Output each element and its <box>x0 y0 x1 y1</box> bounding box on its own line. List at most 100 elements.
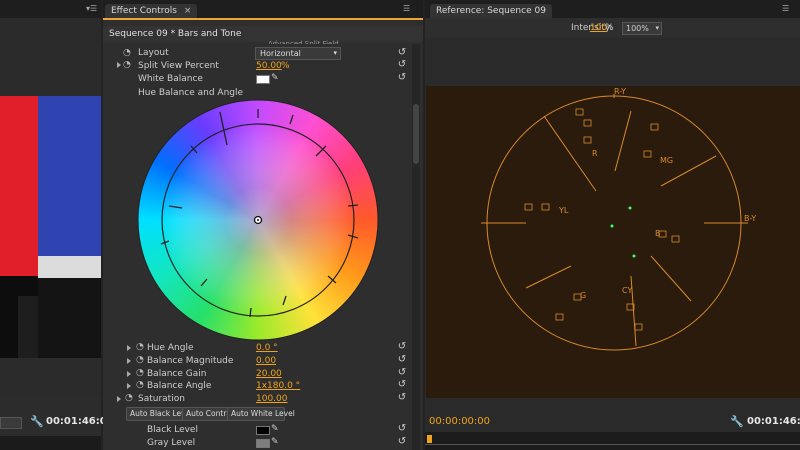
hue-angle-label: Hue Angle <box>147 343 194 353</box>
reset-icon[interactable]: ↺ <box>397 73 407 83</box>
auto-white-level-button[interactable]: Auto White Level <box>227 407 295 421</box>
expand-triangle-icon[interactable] <box>117 396 121 402</box>
reset-icon[interactable]: ↺ <box>397 380 407 390</box>
stopwatch-icon[interactable]: ◔ <box>136 342 144 352</box>
panel-menu-icon[interactable]: ☰ <box>782 5 792 13</box>
active-panel-highlight <box>103 18 423 20</box>
scrollbar-thumb[interactable] <box>413 104 419 164</box>
reset-icon[interactable]: ↺ <box>397 437 407 447</box>
wrench-icon[interactable]: 🔧 <box>30 415 44 428</box>
color-bar-dark <box>38 278 101 358</box>
chevron-down-icon: ▾ <box>333 49 337 57</box>
reset-icon[interactable]: ↺ <box>397 60 407 70</box>
tab-reference-label: Reference: Sequence 09 <box>436 6 546 16</box>
reference-timecode-left: 00:00:00:00 <box>429 416 491 427</box>
zoom-value: 100% <box>626 24 649 33</box>
scope-label-r: R <box>592 149 598 158</box>
color-bar-dark2 <box>18 296 38 358</box>
split-view-percent-unit: % <box>281 61 290 71</box>
close-icon[interactable]: × <box>184 6 192 16</box>
eyedropper-icon[interactable]: ✎ <box>271 73 279 83</box>
scope-label-b-y: B-Y <box>744 214 757 223</box>
color-bar-red <box>0 96 38 276</box>
stopwatch-icon[interactable]: ◔ <box>136 368 144 378</box>
expand-triangle-icon[interactable] <box>127 345 131 351</box>
eyedropper-icon[interactable]: ✎ <box>271 424 279 434</box>
panel-menu-icon[interactable]: ▾☰ <box>86 5 97 13</box>
program-viewer <box>0 20 101 395</box>
sequence-title: Sequence 09 * Bars and Tone <box>109 29 242 39</box>
program-monitor-panel: ▾☰ 🔧 00:01:46:09 <box>0 0 114 450</box>
black-level-label: Black Level <box>147 425 198 435</box>
split-view-percent-value[interactable]: 50.00 <box>256 61 282 71</box>
zoom-dropdown[interactable] <box>0 417 22 429</box>
auto-black-level-button[interactable]: Auto Black Level <box>126 407 192 421</box>
playhead-icon[interactable] <box>427 435 432 443</box>
white-balance-label: White Balance <box>138 74 203 84</box>
hue-balance-angle-label: Hue Balance and Angle <box>138 88 244 98</box>
panel-menu-icon[interactable]: ☰ <box>403 5 413 13</box>
stopwatch-icon[interactable]: ◔ <box>123 48 131 58</box>
expand-triangle-icon[interactable] <box>127 371 131 377</box>
sequence-header: Sequence 09 * Bars and Tone <box>103 26 423 42</box>
wrench-icon[interactable]: 🔧 <box>730 415 744 428</box>
saturation-label: Saturation <box>138 394 185 404</box>
reference-timeline-strip[interactable] <box>425 432 800 450</box>
black-level-swatch[interactable] <box>256 426 270 435</box>
balance-magnitude-label: Balance Magnitude <box>147 356 234 366</box>
reference-timecode-right: 00:01:46:09 <box>747 416 800 427</box>
reset-icon[interactable]: ↺ <box>397 368 407 378</box>
reference-monitor-panel: Reference: Sequence 09 ☰ Intensity: 100 … <box>425 0 800 450</box>
saturation-value[interactable]: 100.00 <box>256 394 288 404</box>
layout-dropdown[interactable]: Horizontal ▾ <box>255 47 341 60</box>
timeline-ruler <box>425 444 800 445</box>
stopwatch-icon[interactable]: ◔ <box>123 60 131 70</box>
tab-effect-controls-label: Effect Controls <box>111 6 177 16</box>
reset-icon[interactable]: ↺ <box>397 355 407 365</box>
tab-effect-controls[interactable]: Effect Controls × <box>105 4 198 18</box>
chevron-down-icon: ▾ <box>655 24 659 32</box>
scope-label-cy: CY <box>622 286 633 295</box>
scope-label-g: G <box>580 291 587 300</box>
scope-label-mg: MG <box>660 156 674 165</box>
vectorscope-graticule <box>481 94 748 351</box>
color-bar-white <box>38 256 101 278</box>
intensity-unit: % <box>605 23 614 33</box>
effect-controls-tabbar: Effect Controls × ☰ <box>103 0 423 18</box>
clipped-effect-label: Advanced Split Field <box>268 40 339 44</box>
color-bar-blue <box>38 96 101 276</box>
scope-label-yl: YL <box>559 206 569 215</box>
reset-icon[interactable]: ↺ <box>397 48 407 58</box>
reference-tabbar: Reference: Sequence 09 ☰ <box>425 0 800 18</box>
balance-magnitude-value[interactable]: 0.00 <box>256 356 276 366</box>
zoom-dropdown[interactable]: 100% ▾ <box>622 22 662 35</box>
scope-label-b: B <box>655 229 661 238</box>
layout-label: Layout <box>138 48 169 58</box>
vectorscope-display: R-Y B-Y R MG YL B CY G <box>426 86 800 398</box>
tab-reference[interactable]: Reference: Sequence 09 <box>430 4 552 18</box>
stopwatch-icon[interactable]: ◔ <box>136 380 144 390</box>
scrollbar[interactable] <box>412 44 420 450</box>
expand-triangle-icon[interactable] <box>127 358 131 364</box>
gray-level-label: Gray Level <box>147 438 196 448</box>
expand-triangle-icon[interactable] <box>127 383 131 389</box>
stopwatch-icon[interactable]: ◔ <box>136 355 144 365</box>
white-balance-swatch[interactable] <box>256 75 270 84</box>
auto-contrast-button[interactable]: Auto Contrast <box>182 407 238 421</box>
effect-controls-panel: Effect Controls × ☰ Sequence 09 * Bars a… <box>103 0 423 450</box>
reset-icon[interactable]: ↺ <box>397 424 407 434</box>
hue-angle-value[interactable]: 0.0 ° <box>256 343 278 353</box>
reset-icon[interactable]: ↺ <box>397 393 407 403</box>
balance-angle-label: Balance Angle <box>147 381 212 391</box>
reference-bottom-bar: 00:00:00:00 🔧 00:01:46:09 <box>425 412 800 432</box>
eyedropper-icon[interactable]: ✎ <box>271 437 279 447</box>
split-view-percent-label: Split View Percent <box>138 61 219 71</box>
stopwatch-icon[interactable]: ◔ <box>125 393 133 403</box>
reset-icon[interactable]: ↺ <box>397 342 407 352</box>
program-bottom-bar: 🔧 00:01:46:09 <box>0 412 114 432</box>
balance-gain-value[interactable]: 20.00 <box>256 369 282 379</box>
expand-triangle-icon[interactable] <box>117 62 121 68</box>
gray-level-swatch[interactable] <box>256 439 270 448</box>
color-wheel[interactable] <box>136 98 380 342</box>
balance-angle-value[interactable]: 1x180.0 ° <box>256 381 300 391</box>
